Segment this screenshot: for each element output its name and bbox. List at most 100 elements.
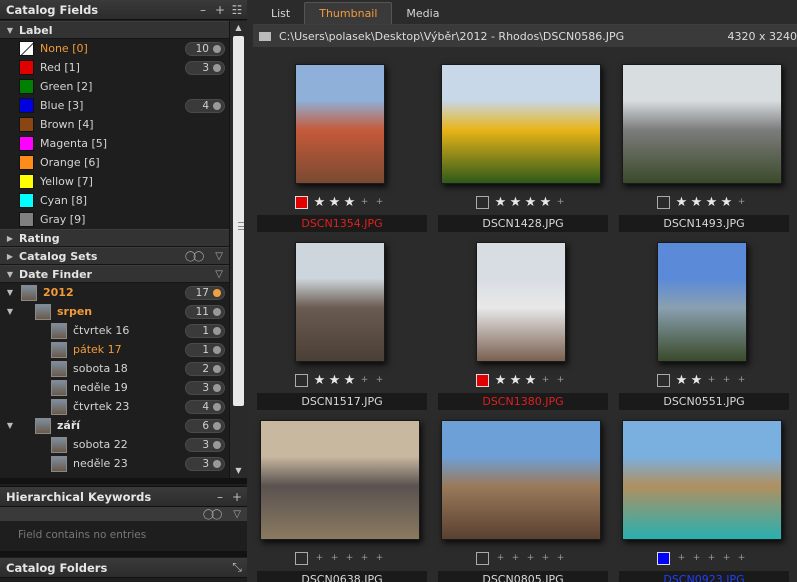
scroll-up-icon[interactable]: ▲ xyxy=(230,21,247,35)
star-empty-icon[interactable]: + xyxy=(689,552,704,565)
panel-separator[interactable] xyxy=(0,478,247,484)
label-item[interactable]: Orange [6] xyxy=(0,153,229,172)
tab-media[interactable]: Media xyxy=(392,2,453,24)
thumbnail-frame[interactable] xyxy=(617,56,787,192)
label-item[interactable]: Brown [4] xyxy=(0,115,229,134)
collapse-triangle-icon[interactable]: ▼ xyxy=(5,288,15,297)
thumbnail-cell[interactable]: + + + + + DSCN0923.JPG xyxy=(617,412,789,582)
star-empty-icon[interactable]: + xyxy=(538,374,553,387)
date-day-item[interactable]: pátek 17 1 xyxy=(0,340,229,359)
expand-triangle-icon[interactable]: ▶ xyxy=(5,252,15,261)
star-filled-icon[interactable]: ★ xyxy=(523,196,538,209)
sets-icon[interactable]: ◯◯ xyxy=(185,251,204,262)
thumbnail-frame[interactable] xyxy=(436,56,606,192)
star-empty-icon[interactable]: + xyxy=(734,374,749,387)
thumbnail-frame[interactable] xyxy=(617,412,787,548)
star-empty-icon[interactable]: + xyxy=(508,552,523,565)
star-empty-icon[interactable]: + xyxy=(372,196,387,209)
section-date-finder[interactable]: ▼ Date Finder ▽ xyxy=(0,265,229,283)
photo-thumbnail[interactable] xyxy=(295,242,385,362)
star-empty-icon[interactable]: + xyxy=(372,552,387,565)
filter-icon[interactable]: ▽ xyxy=(215,251,223,262)
star-empty-icon[interactable]: + xyxy=(357,196,372,209)
thumbnail-cell[interactable]: ★ ★ + + + DSCN0551.JPG xyxy=(617,234,789,410)
star-filled-icon[interactable]: ★ xyxy=(719,196,734,209)
star-empty-icon[interactable]: + xyxy=(704,552,719,565)
collapse-triangle-icon[interactable]: ▼ xyxy=(5,307,15,316)
photo-thumbnail[interactable] xyxy=(441,64,601,184)
filter-icon[interactable]: ▽ xyxy=(215,269,223,280)
tab-list[interactable]: List xyxy=(257,2,304,24)
star-empty-icon[interactable]: + xyxy=(523,552,538,565)
label-item[interactable]: Magenta [5] xyxy=(0,134,229,153)
photo-thumbnail[interactable] xyxy=(622,420,782,540)
label-box[interactable] xyxy=(476,552,489,565)
star-filled-icon[interactable]: ★ xyxy=(689,374,704,387)
star-empty-icon[interactable]: + xyxy=(553,552,568,565)
label-box[interactable] xyxy=(295,552,308,565)
photo-thumbnail[interactable] xyxy=(441,420,601,540)
star-empty-icon[interactable]: + xyxy=(538,552,553,565)
star-filled-icon[interactable]: ★ xyxy=(493,374,508,387)
thumbnail-frame[interactable] xyxy=(255,56,425,192)
scrollbar-thumb[interactable] xyxy=(233,36,244,406)
star-empty-icon[interactable]: + xyxy=(719,374,734,387)
date-day-item[interactable]: čtvrtek 16 1 xyxy=(0,321,229,340)
star-empty-icon[interactable]: + xyxy=(342,552,357,565)
label-item[interactable]: Cyan [8] xyxy=(0,191,229,210)
star-filled-icon[interactable]: ★ xyxy=(508,374,523,387)
photo-thumbnail[interactable] xyxy=(476,242,566,362)
star-empty-icon[interactable]: + xyxy=(327,552,342,565)
photo-thumbnail[interactable] xyxy=(657,242,747,362)
star-empty-icon[interactable]: + xyxy=(553,196,568,209)
date-day-item[interactable]: sobota 18 2 xyxy=(0,359,229,378)
star-filled-icon[interactable]: ★ xyxy=(327,196,342,209)
thumbnail-frame[interactable] xyxy=(255,412,425,548)
star-empty-icon[interactable]: + xyxy=(734,196,749,209)
date-day-item[interactable]: neděle 19 3 xyxy=(0,378,229,397)
date-day-item[interactable]: čtvrtek 23 4 xyxy=(0,397,229,416)
tab-thumbnail[interactable]: Thumbnail xyxy=(304,2,393,24)
label-box[interactable] xyxy=(295,374,308,387)
thumbnail-cell[interactable]: ★ ★ ★ ★ + DSCN1428.JPG xyxy=(436,56,608,232)
label-item[interactable]: Yellow [7] xyxy=(0,172,229,191)
label-box[interactable] xyxy=(476,374,489,387)
thumbnail-cell[interactable]: ★ ★ ★ ★ + DSCN1493.JPG xyxy=(617,56,789,232)
collapse-triangle-icon[interactable]: ▼ xyxy=(5,270,15,279)
star-empty-icon[interactable]: + xyxy=(553,374,568,387)
star-empty-icon[interactable]: + xyxy=(312,552,327,565)
label-box[interactable] xyxy=(476,196,489,209)
date-month-item[interactable]: ▼ září 6 xyxy=(0,416,229,435)
star-filled-icon[interactable]: ★ xyxy=(312,196,327,209)
star-empty-icon[interactable]: + xyxy=(734,552,749,565)
star-filled-icon[interactable]: ★ xyxy=(493,196,508,209)
label-box[interactable] xyxy=(657,374,670,387)
collapse-triangle-icon[interactable]: ▼ xyxy=(5,421,15,430)
star-filled-icon[interactable]: ★ xyxy=(312,374,327,387)
photo-thumbnail[interactable] xyxy=(622,64,782,184)
add-icon[interactable]: + xyxy=(230,490,244,504)
menu-icon[interactable]: ☷ xyxy=(230,3,244,17)
expand-triangle-icon[interactable]: ▶ xyxy=(5,234,15,243)
star-filled-icon[interactable]: ★ xyxy=(674,374,689,387)
vertical-scrollbar[interactable]: ▲ ▼ xyxy=(229,21,247,478)
photo-thumbnail[interactable] xyxy=(295,64,385,184)
label-box[interactable] xyxy=(295,196,308,209)
pin-icon[interactable]: ⤡ xyxy=(230,560,244,575)
panel-separator[interactable] xyxy=(0,551,247,557)
star-empty-icon[interactable]: + xyxy=(357,552,372,565)
thumbnail-cell[interactable]: ★ ★ ★ + + DSCN1517.JPG xyxy=(255,234,427,410)
star-filled-icon[interactable]: ★ xyxy=(538,196,553,209)
add-icon[interactable]: + xyxy=(213,3,227,17)
star-empty-icon[interactable]: + xyxy=(674,552,689,565)
scroll-down-icon[interactable]: ▼ xyxy=(230,464,247,478)
thumbnail-frame[interactable] xyxy=(436,234,606,370)
thumbnail-frame[interactable] xyxy=(255,234,425,370)
star-filled-icon[interactable]: ★ xyxy=(508,196,523,209)
label-item[interactable]: Green [2] xyxy=(0,77,229,96)
label-box[interactable] xyxy=(657,196,670,209)
star-filled-icon[interactable]: ★ xyxy=(674,196,689,209)
star-empty-icon[interactable]: + xyxy=(719,552,734,565)
star-empty-icon[interactable]: + xyxy=(372,374,387,387)
filter-icon[interactable]: ▽ xyxy=(233,509,241,520)
